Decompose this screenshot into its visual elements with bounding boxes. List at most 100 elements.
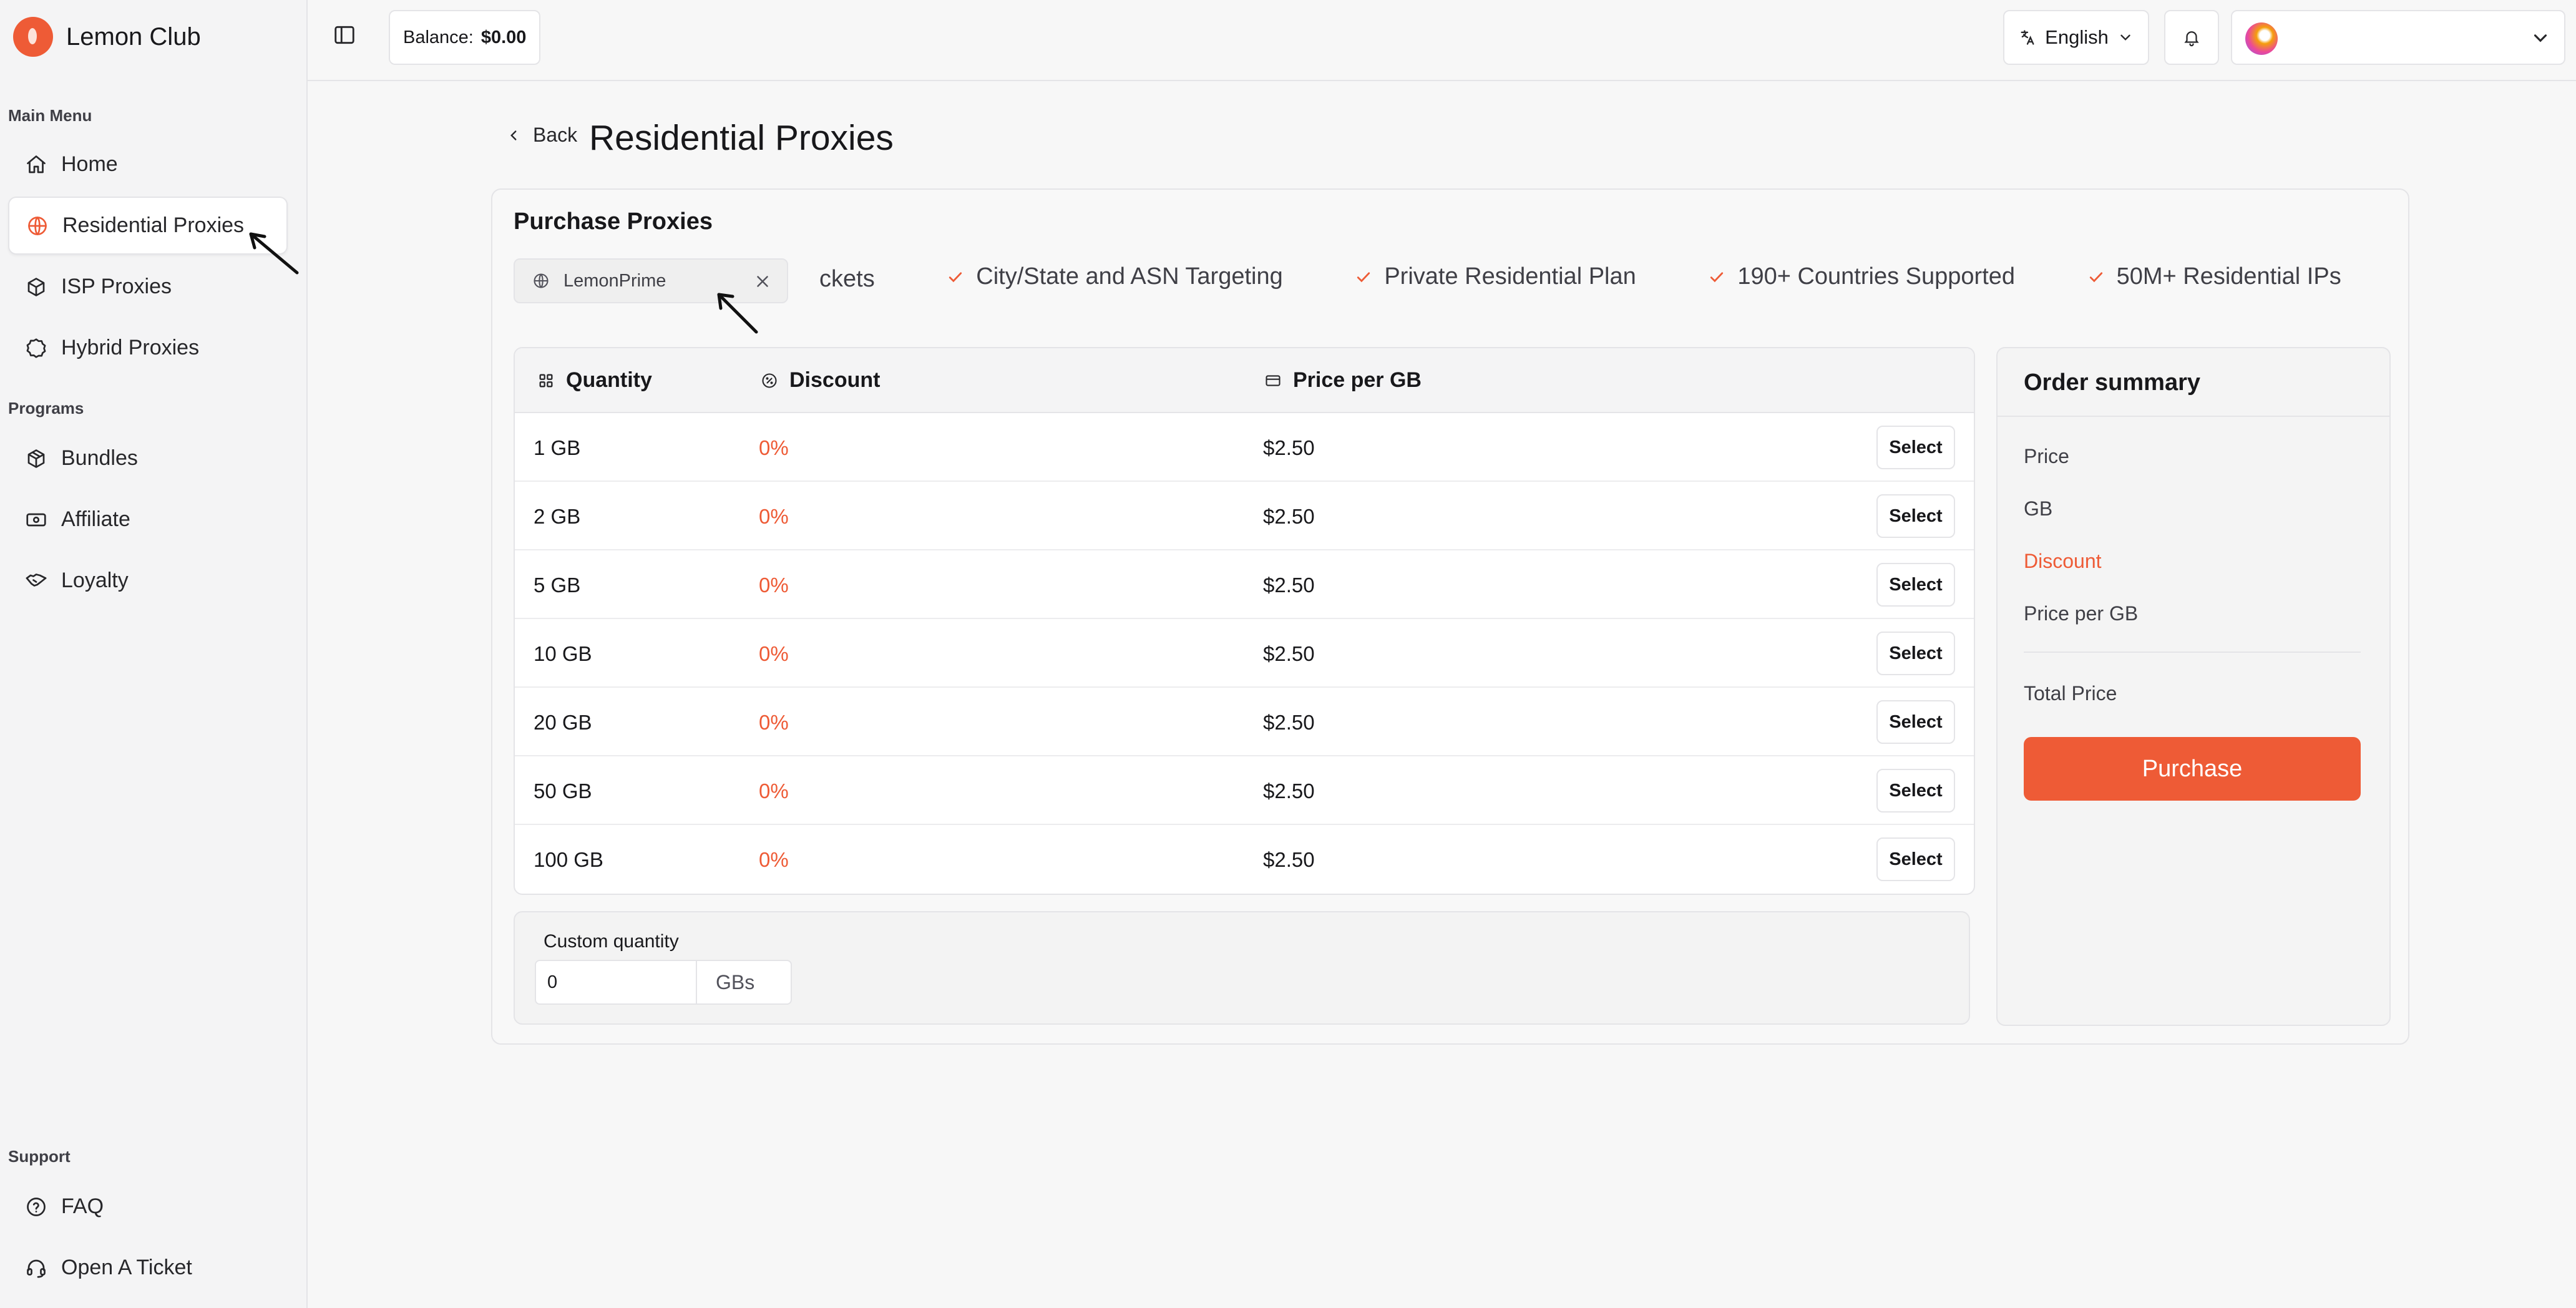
feature-label: 190+ Countries Supported xyxy=(1737,263,2016,290)
row-price: $2.50 xyxy=(1263,642,1315,665)
section-label-programs: Programs xyxy=(8,399,84,417)
column-label: Quantity xyxy=(566,368,652,392)
feature-label: Private Residential Plan xyxy=(1384,263,1636,290)
row-price: $2.50 xyxy=(1263,779,1315,803)
notifications-button[interactable] xyxy=(2164,10,2219,65)
back-label: Back xyxy=(533,124,578,146)
column-label: Price per GB xyxy=(1293,368,1422,392)
help-circle-icon xyxy=(24,1195,48,1219)
feature-item: ckets xyxy=(819,266,875,293)
row-quantity: 5 GB xyxy=(534,573,581,597)
feature-item: 50M+ Residential IPs xyxy=(2087,263,2341,290)
sidebar-item-label: Residential Proxies xyxy=(62,213,245,237)
purchase-button[interactable]: Purchase xyxy=(2024,737,2361,801)
check-icon xyxy=(1710,271,1724,282)
summary-price-per-gb-label: Price per GB xyxy=(2024,602,2139,625)
sidebar-item-faq[interactable]: FAQ xyxy=(8,1178,288,1236)
summary-divider xyxy=(2024,652,2361,653)
check-icon xyxy=(2089,271,2102,282)
sidebar-item-label: Loyalty xyxy=(61,569,129,592)
row-price: $2.50 xyxy=(1263,711,1315,734)
custom-quantity-unit: GBs xyxy=(716,970,755,993)
handshake-icon xyxy=(24,569,48,593)
select-button[interactable]: Select xyxy=(1876,494,1955,538)
balance-label: Balance: xyxy=(403,27,474,47)
summary-total-label: Total Price xyxy=(2024,682,2117,705)
custom-quantity-input[interactable]: 0 xyxy=(536,961,697,1003)
row-discount: 0% xyxy=(759,711,789,734)
chevron-down-icon xyxy=(2534,34,2547,42)
row-quantity: 2 GB xyxy=(534,505,581,528)
row-quantity: 100 GB xyxy=(534,848,603,871)
brand[interactable]: Lemon Club xyxy=(13,17,201,57)
row-quantity: 50 GB xyxy=(534,779,592,803)
check-icon xyxy=(1357,271,1370,282)
balance-value: $0.00 xyxy=(481,27,527,47)
credit-card-icon xyxy=(1266,374,1281,386)
custom-quantity-field[interactable]: 0 GBs xyxy=(535,960,792,1005)
sidebar-toggle-icon[interactable] xyxy=(333,23,356,47)
sidebar-item-bundles[interactable]: Bundles xyxy=(8,429,288,487)
column-label: Discount xyxy=(789,368,881,392)
sidebar-item-affiliate[interactable]: Affiliate xyxy=(8,490,288,549)
custom-quantity-label: Custom quantity xyxy=(544,931,679,952)
select-button[interactable]: Select xyxy=(1876,837,1955,881)
row-discount: 0% xyxy=(759,573,789,597)
translate-icon xyxy=(2021,30,2034,45)
feature-item: 190+ Countries Supported xyxy=(1707,263,2015,290)
purchase-card: Purchase Proxies LemonPrime ckets City/S… xyxy=(491,188,2409,1045)
table-row: 10 GB 0% $2.50 Select xyxy=(515,619,1974,688)
row-discount: 0% xyxy=(759,779,789,803)
feature-label: City/State and ASN Targeting xyxy=(976,263,1283,290)
chevron-left-icon xyxy=(510,130,517,140)
sidebar-item-home[interactable]: Home xyxy=(8,135,288,193)
lemon-logo-icon xyxy=(13,17,53,57)
bell-icon xyxy=(2184,31,2199,47)
table-row: 50 GB 0% $2.50 Select xyxy=(515,756,1974,825)
select-button[interactable]: Select xyxy=(1876,563,1955,607)
annotation-arrow-icon xyxy=(717,293,758,334)
sidebar-item-label: ISP Proxies xyxy=(61,275,172,298)
sidebar-item-loyalty[interactable]: Loyalty xyxy=(8,552,288,610)
feature-item: Private Residential Plan xyxy=(1354,263,1636,290)
table-row: 1 GB 0% $2.50 Select xyxy=(515,413,1974,482)
feature-label: ckets xyxy=(819,265,875,292)
select-button[interactable]: Select xyxy=(1876,632,1955,675)
summary-gb-label: GB xyxy=(2024,497,2053,520)
row-discount: 0% xyxy=(759,848,789,871)
column-header-quantity: Quantity xyxy=(537,368,652,393)
user-menu[interactable] xyxy=(2231,10,2565,65)
headset-icon xyxy=(24,1256,48,1280)
globe-icon xyxy=(534,273,549,288)
globe-icon xyxy=(26,214,49,238)
row-quantity: 1 GB xyxy=(534,436,581,459)
language-selector[interactable]: English xyxy=(2003,10,2149,65)
section-label-support: Support xyxy=(8,1147,71,1166)
select-button[interactable]: Select xyxy=(1876,769,1955,813)
back-link[interactable]: Back xyxy=(505,124,577,147)
column-header-price-per-gb: Price per GB xyxy=(1264,368,1422,393)
sidebar-item-hybrid-proxies[interactable]: Hybrid Proxies xyxy=(8,319,288,377)
check-icon xyxy=(949,271,962,282)
avatar xyxy=(2245,22,2278,55)
sidebar-item-open-a-ticket[interactable]: Open A Ticket xyxy=(8,1239,288,1297)
banknote-icon xyxy=(24,508,48,532)
sidebar-item-label: Bundles xyxy=(61,446,138,470)
annotation-arrow-icon xyxy=(249,232,299,275)
row-quantity: 20 GB xyxy=(534,711,592,734)
sidebar-item-label: FAQ xyxy=(61,1194,104,1218)
row-price: $2.50 xyxy=(1263,505,1315,528)
balance-badge[interactable]: Balance: $0.00 xyxy=(389,10,541,65)
sidebar-item-label: Open A Ticket xyxy=(61,1256,192,1279)
pricing-table: Quantity Discount Price per GB 1 GB 0% $… xyxy=(514,347,1975,895)
select-button[interactable]: Select xyxy=(1876,426,1955,469)
row-discount: 0% xyxy=(759,642,789,665)
custom-quantity-panel: Custom quantity 0 GBs xyxy=(514,911,1970,1025)
table-row: 5 GB 0% $2.50 Select xyxy=(515,550,1974,619)
select-button[interactable]: Select xyxy=(1876,700,1955,744)
grid-icon xyxy=(539,374,553,387)
section-label-main-menu: Main Menu xyxy=(8,106,92,125)
row-price: $2.50 xyxy=(1263,573,1315,597)
row-discount: 0% xyxy=(759,436,789,459)
order-summary: Order summary Price GB Discount Price pe… xyxy=(1996,347,2391,1026)
